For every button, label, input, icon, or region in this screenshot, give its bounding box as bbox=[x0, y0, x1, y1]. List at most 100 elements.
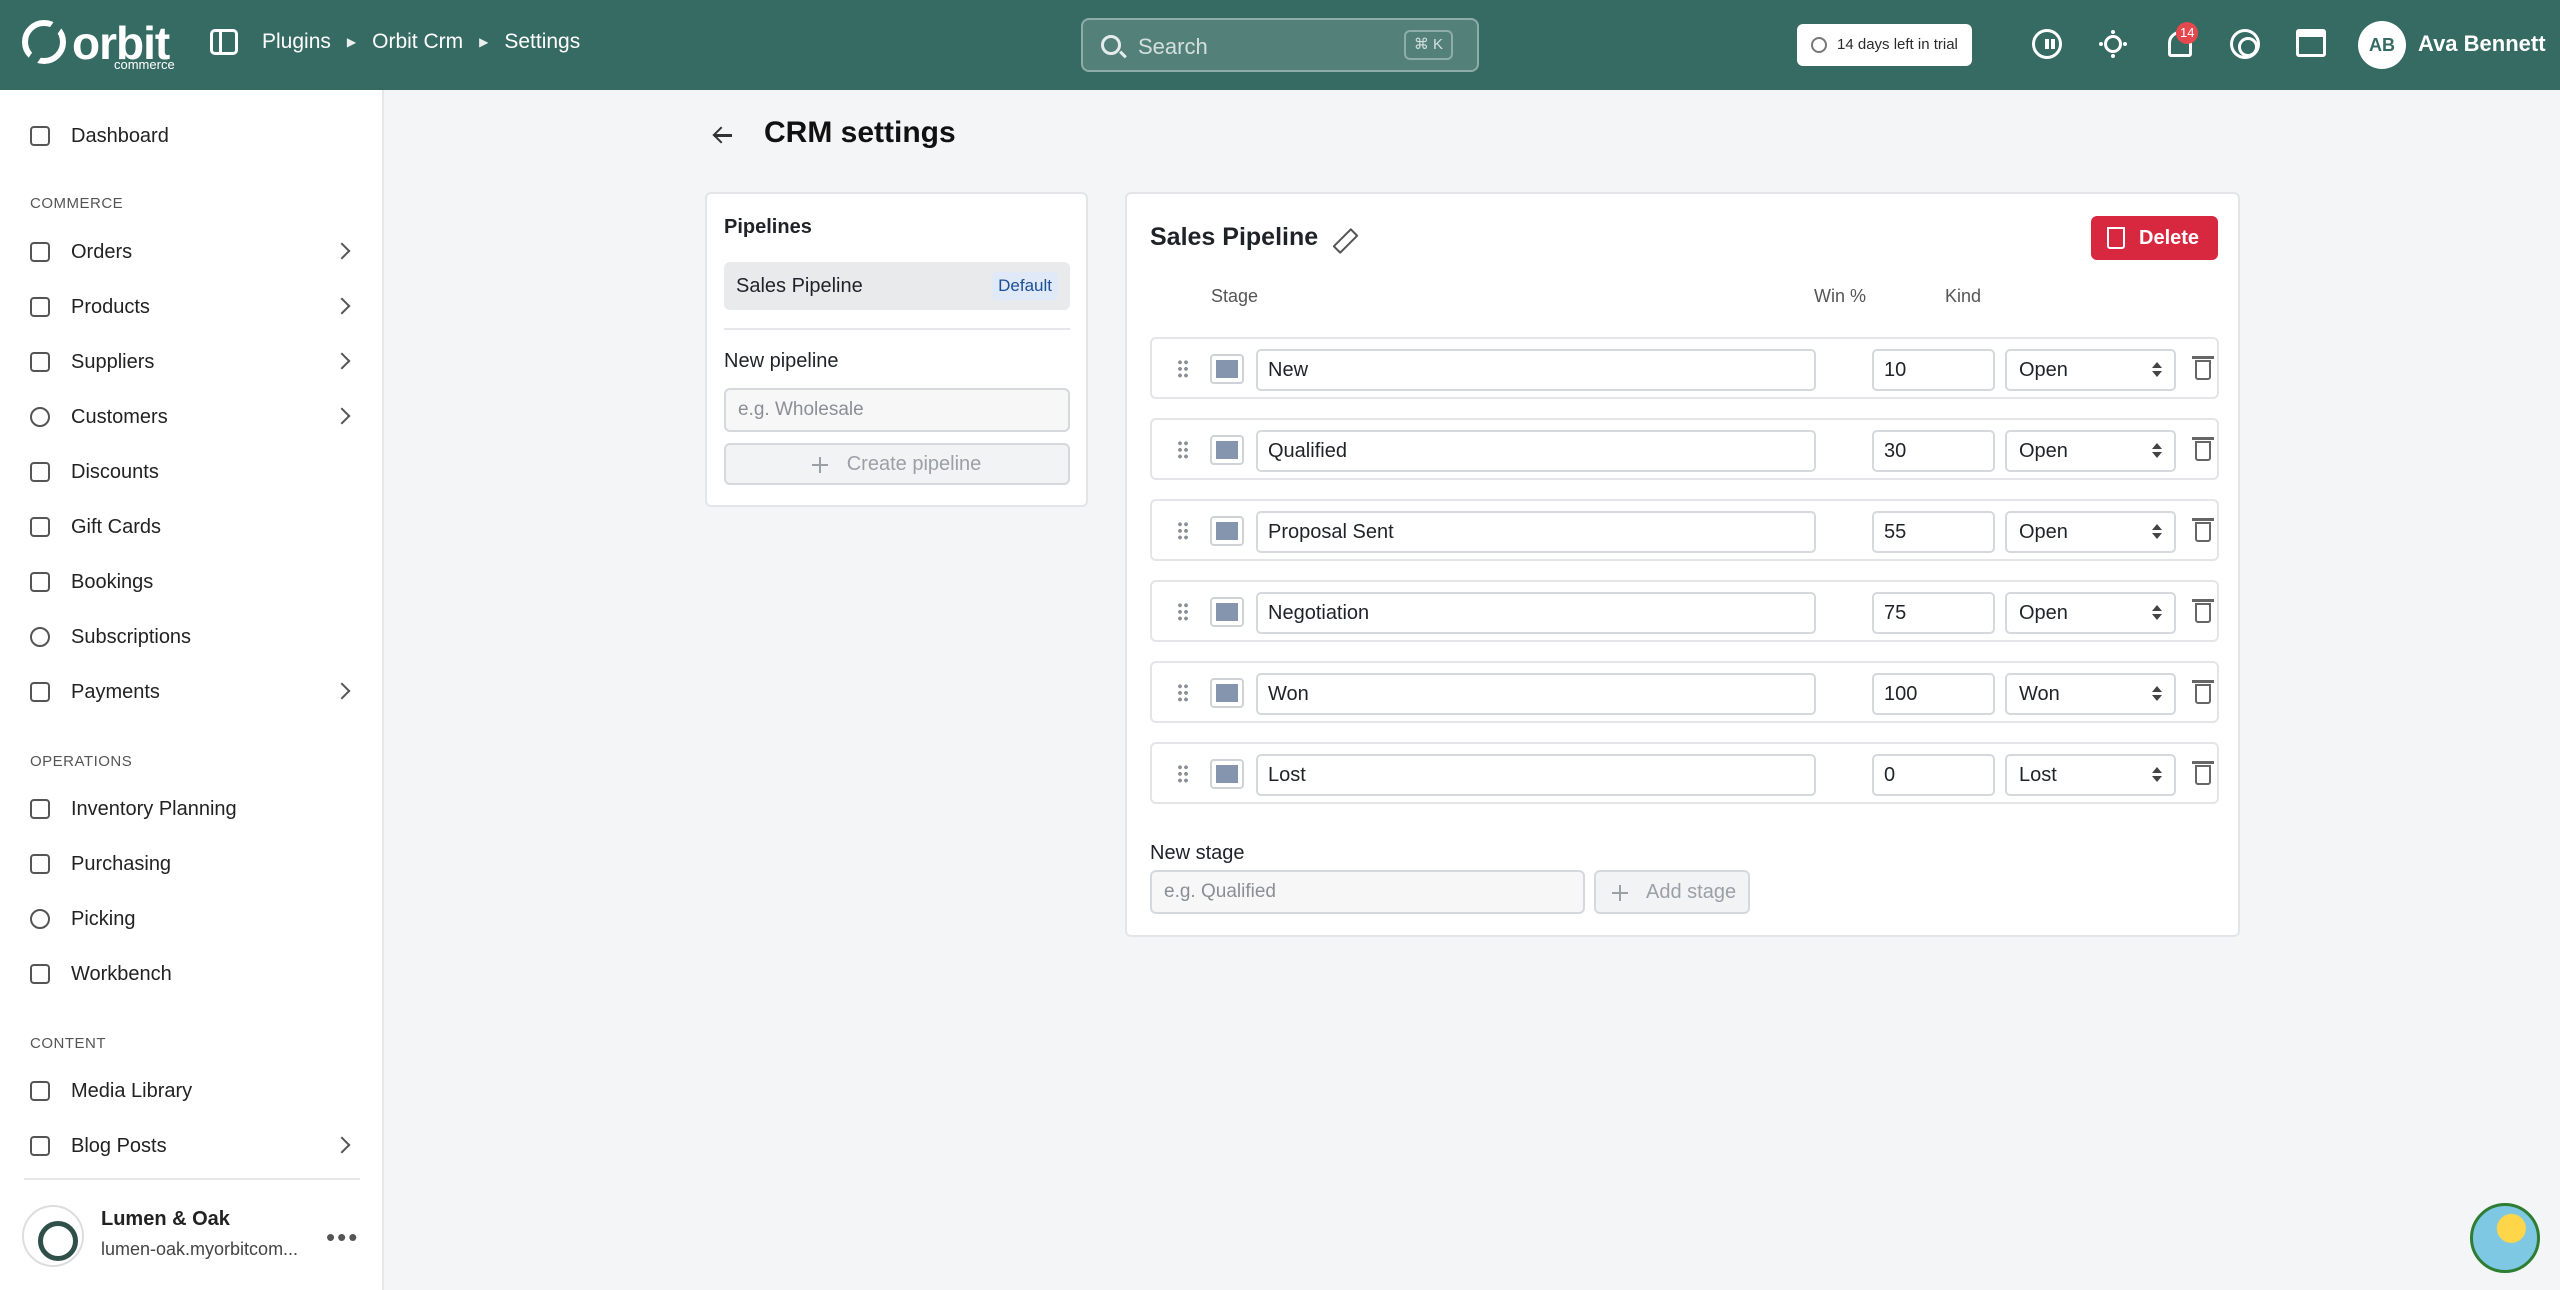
drag-handle-icon[interactable] bbox=[1177, 521, 1189, 541]
create-pipeline-button[interactable]: Create pipeline bbox=[724, 443, 1070, 485]
search-input[interactable]: Search ⌘ K bbox=[1081, 18, 1479, 72]
sidebar-item-dashboard[interactable]: Dashboard bbox=[30, 116, 360, 156]
stage-color-swatch[interactable] bbox=[1210, 516, 1244, 546]
stage-name-field[interactable]: Qualified bbox=[1256, 430, 1816, 472]
stage-kind-select[interactable]: Open bbox=[2005, 349, 2176, 391]
sidebar-item-customers[interactable]: Customers bbox=[30, 397, 360, 437]
sidebar-item-label: Subscriptions bbox=[71, 625, 192, 648]
avatar[interactable]: AB bbox=[2358, 21, 2406, 69]
assistant-avatar-icon[interactable] bbox=[2470, 1203, 2540, 1273]
stage-name-field[interactable]: Lost bbox=[1256, 754, 1816, 796]
user-name[interactable]: Ava Bennett bbox=[2418, 31, 2546, 57]
sidebar-toggle-icon[interactable] bbox=[210, 29, 240, 59]
trial-badge[interactable]: 14 days left in trial bbox=[1797, 24, 1972, 66]
stage-name-field[interactable]: Proposal Sent bbox=[1256, 511, 1816, 553]
stage-color-swatch[interactable] bbox=[1210, 678, 1244, 708]
brand-sub: commerce bbox=[114, 57, 175, 72]
sidebar-item-gift-cards[interactable]: Gift Cards bbox=[30, 507, 360, 547]
new-stage-input[interactable] bbox=[1150, 870, 1585, 914]
select-arrows-icon bbox=[2152, 605, 2162, 621]
sidebar-item-inventory-planning[interactable]: Inventory Planning bbox=[30, 789, 360, 829]
edit-pencil-icon[interactable] bbox=[1331, 227, 1355, 251]
delete-stage-trash-icon[interactable] bbox=[2192, 680, 2214, 704]
delete-stage-trash-icon[interactable] bbox=[2192, 518, 2214, 542]
sidebar-item-media-library[interactable]: Media Library bbox=[30, 1071, 360, 1111]
stage-win-field[interactable]: 75 bbox=[1872, 592, 1995, 634]
drag-handle-icon[interactable] bbox=[1177, 764, 1189, 784]
sidebar-item-blog-posts[interactable]: Blog Posts bbox=[30, 1126, 360, 1166]
drag-handle-icon[interactable] bbox=[1177, 683, 1189, 703]
help-icon[interactable] bbox=[2230, 29, 2262, 61]
stage-kind-select[interactable]: Open bbox=[2005, 430, 2176, 472]
sidebar-item-products[interactable]: Products bbox=[30, 287, 360, 327]
box-icon bbox=[30, 854, 50, 874]
stage-win-field[interactable]: 30 bbox=[1872, 430, 1995, 472]
pipeline-list-item[interactable]: Sales Pipeline Default bbox=[724, 262, 1070, 310]
stage-win-field[interactable]: 0 bbox=[1872, 754, 1995, 796]
sidebar-item-picking[interactable]: Picking bbox=[30, 899, 360, 939]
column-header-stage: Stage bbox=[1211, 286, 1259, 306]
theme-toggle-icon[interactable] bbox=[2098, 29, 2130, 61]
stage-row: New 10 Open bbox=[1150, 337, 2219, 399]
stage-name-field[interactable]: Negotiation bbox=[1256, 592, 1816, 634]
stage-kind-select[interactable]: Open bbox=[2005, 592, 2176, 634]
sidebar-item-payments[interactable]: Payments bbox=[30, 672, 360, 712]
sidebar: Dashboard COMMERCE Orders Products Suppl… bbox=[0, 90, 384, 1290]
credit-card-icon bbox=[30, 682, 50, 702]
new-pipeline-input[interactable] bbox=[724, 388, 1070, 432]
back-arrow-icon[interactable] bbox=[712, 122, 738, 148]
pipeline-name: Sales Pipeline bbox=[736, 275, 863, 297]
new-pipeline-label: New pipeline bbox=[724, 350, 839, 372]
plus-icon bbox=[1612, 885, 1628, 901]
select-arrows-icon bbox=[2152, 362, 2162, 378]
stage-kind-select[interactable]: Lost bbox=[2005, 754, 2176, 796]
delete-pipeline-button[interactable]: Delete bbox=[2091, 216, 2218, 260]
stage-name-field[interactable]: New bbox=[1256, 349, 1816, 391]
stage-color-swatch[interactable] bbox=[1210, 354, 1244, 384]
stage-row: Lost 0 Lost bbox=[1150, 742, 2219, 804]
delete-stage-trash-icon[interactable] bbox=[2192, 356, 2214, 380]
stage-win-field[interactable]: 55 bbox=[1872, 511, 1995, 553]
sidebar-item-label: Blog Posts bbox=[71, 1134, 167, 1157]
orders-icon bbox=[30, 242, 50, 262]
storefront-icon[interactable] bbox=[2296, 29, 2328, 61]
orbit-logo-mark bbox=[22, 20, 66, 64]
delete-stage-trash-icon[interactable] bbox=[2192, 437, 2214, 461]
select-arrows-icon bbox=[2152, 767, 2162, 783]
sidebar-item-subscriptions[interactable]: Subscriptions bbox=[30, 617, 360, 657]
store-logo[interactable] bbox=[22, 1205, 84, 1267]
stage-row: Qualified 30 Open bbox=[1150, 418, 2219, 480]
sidebar-item-discounts[interactable]: Discounts bbox=[30, 452, 360, 492]
suppliers-icon bbox=[30, 352, 50, 372]
stage-color-swatch[interactable] bbox=[1210, 597, 1244, 627]
stage-kind-select[interactable]: Open bbox=[2005, 511, 2176, 553]
drag-handle-icon[interactable] bbox=[1177, 359, 1189, 379]
sidebar-item-bookings[interactable]: Bookings bbox=[30, 562, 360, 602]
add-stage-button[interactable]: Add stage bbox=[1594, 870, 1750, 914]
sidebar-item-purchasing[interactable]: Purchasing bbox=[30, 844, 360, 884]
orbit-logo[interactable]: orbit commerce bbox=[22, 17, 175, 72]
stage-win-field[interactable]: 10 bbox=[1872, 349, 1995, 391]
breadcrumb-plugins[interactable]: Plugins bbox=[262, 30, 331, 54]
store-name[interactable]: Lumen & Oak bbox=[101, 1208, 230, 1231]
stage-color-swatch[interactable] bbox=[1210, 435, 1244, 465]
sidebar-item-workbench[interactable]: Workbench bbox=[30, 954, 360, 994]
drag-handle-icon[interactable] bbox=[1177, 440, 1189, 460]
sidebar-item-label: Workbench bbox=[71, 962, 172, 985]
more-options-icon[interactable]: ••• bbox=[326, 1222, 359, 1253]
divider bbox=[24, 1178, 360, 1180]
stage-color-swatch[interactable] bbox=[1210, 759, 1244, 789]
delete-stage-trash-icon[interactable] bbox=[2192, 599, 2214, 623]
sidebar-item-orders[interactable]: Orders bbox=[30, 232, 360, 272]
sidebar-item-suppliers[interactable]: Suppliers bbox=[30, 342, 360, 382]
stage-name-field[interactable]: Won bbox=[1256, 673, 1816, 715]
stage-row: Negotiation 75 Open bbox=[1150, 580, 2219, 642]
drag-handle-icon[interactable] bbox=[1177, 602, 1189, 622]
stage-kind-select[interactable]: Won bbox=[2005, 673, 2176, 715]
create-pipeline-label: Create pipeline bbox=[846, 453, 982, 475]
delete-stage-trash-icon[interactable] bbox=[2192, 761, 2214, 785]
stage-win-field[interactable]: 100 bbox=[1872, 673, 1995, 715]
breadcrumb-orbit-crm[interactable]: Orbit Crm bbox=[372, 30, 463, 54]
stage-row: Won 100 Won bbox=[1150, 661, 2219, 723]
status-icon[interactable] bbox=[2032, 29, 2064, 61]
